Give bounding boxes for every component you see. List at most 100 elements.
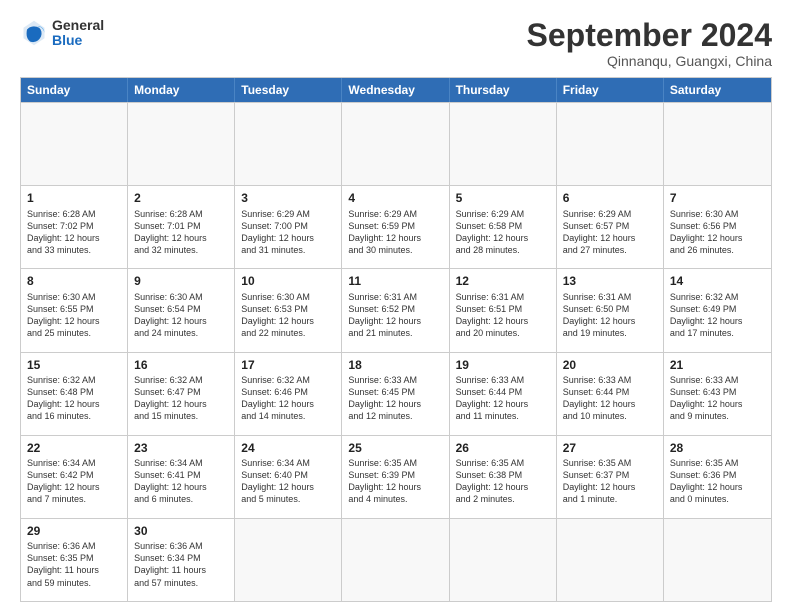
day-number: 24 [241,440,335,456]
cal-cell-day-23: 23Sunrise: 6:34 AMSunset: 6:41 PMDayligh… [128,436,235,518]
day-number: 28 [670,440,765,456]
cal-week-1 [21,102,771,185]
cal-cell-day-10: 10 Sunrise: 6:30 AMSunset: 6:53 PMDayligh… [235,269,342,351]
cal-header-monday: Monday [128,78,235,102]
day-info: Sunrise: 6:31 AMSunset: 6:52 PMDaylight:… [348,291,442,340]
cal-header-thursday: Thursday [450,78,557,102]
day-info: Sunrise: 6:29 AMSunset: 6:59 PMDaylight:… [348,208,442,257]
cal-cell-empty [557,103,664,185]
day-info: Sunrise: 6:35 AMSunset: 6:39 PMDaylight:… [348,457,442,506]
day-info: Sunrise: 6:35 AMSunset: 6:38 PMDaylight:… [456,457,550,506]
day-number: 10 [241,273,335,289]
day-info: Sunrise: 6:32 AMSunset: 6:47 PMDaylight:… [134,374,228,423]
day-number: 20 [563,357,657,373]
day-number: 25 [348,440,442,456]
day-number: 22 [27,440,121,456]
day-info: Sunrise: 6:36 AMSunset: 6:35 PMDaylight:… [27,540,121,589]
cal-cell-day-30: 30Sunrise: 6:36 AMSunset: 6:34 PMDayligh… [128,519,235,601]
cal-week-6: 29Sunrise: 6:36 AMSunset: 6:35 PMDayligh… [21,518,771,601]
cal-header-friday: Friday [557,78,664,102]
day-number: 23 [134,440,228,456]
cal-cell-empty [342,103,449,185]
day-info: Sunrise: 6:30 AMSunset: 6:56 PMDaylight:… [670,208,765,257]
cal-cell-day-26: 26Sunrise: 6:35 AMSunset: 6:38 PMDayligh… [450,436,557,518]
month-title: September 2024 [527,18,772,53]
cal-cell-day-22: 22Sunrise: 6:34 AMSunset: 6:42 PMDayligh… [21,436,128,518]
cal-cell-empty [235,103,342,185]
day-number: 29 [27,523,121,539]
cal-week-4: 15Sunrise: 6:32 AMSunset: 6:48 PMDayligh… [21,352,771,435]
cal-header-sunday: Sunday [21,78,128,102]
cal-cell-empty [664,519,771,601]
logo-icon [20,19,48,47]
cal-cell-day-28: 28Sunrise: 6:35 AMSunset: 6:36 PMDayligh… [664,436,771,518]
day-info: Sunrise: 6:30 AMSunset: 6:53 PMDaylight:… [241,291,335,340]
day-info: Sunrise: 6:28 AMSunset: 7:01 PMDaylight:… [134,208,228,257]
title-block: September 2024 Qinnanqu, Guangxi, China [527,18,772,69]
day-info: Sunrise: 6:35 AMSunset: 6:37 PMDaylight:… [563,457,657,506]
day-info: Sunrise: 6:32 AMSunset: 6:49 PMDaylight:… [670,291,765,340]
day-info: Sunrise: 6:33 AMSunset: 6:45 PMDaylight:… [348,374,442,423]
logo-text: General Blue [52,18,104,49]
day-number: 8 [27,273,121,289]
cal-week-2: 1Sunrise: 6:28 AMSunset: 7:02 PMDaylight… [21,185,771,268]
day-number: 2 [134,190,228,206]
cal-cell-day-17: 17Sunrise: 6:32 AMSunset: 6:46 PMDayligh… [235,353,342,435]
day-info: Sunrise: 6:29 AMSunset: 7:00 PMDaylight:… [241,208,335,257]
cal-cell-empty [342,519,449,601]
calendar-header-row: SundayMondayTuesdayWednesdayThursdayFrid… [21,78,771,102]
day-number: 17 [241,357,335,373]
day-number: 1 [27,190,121,206]
day-info: Sunrise: 6:31 AMSunset: 6:51 PMDaylight:… [456,291,550,340]
day-number: 15 [27,357,121,373]
cal-cell-day-25: 25Sunrise: 6:35 AMSunset: 6:39 PMDayligh… [342,436,449,518]
day-info: Sunrise: 6:33 AMSunset: 6:44 PMDaylight:… [456,374,550,423]
page: General Blue September 2024 Qinnanqu, Gu… [0,0,792,612]
cal-cell-day-11: 11 Sunrise: 6:31 AMSunset: 6:52 PMDayligh… [342,269,449,351]
cal-cell-day-13: 13Sunrise: 6:31 AMSunset: 6:50 PMDayligh… [557,269,664,351]
day-number: 14 [670,273,765,289]
cal-cell-day-29: 29Sunrise: 6:36 AMSunset: 6:35 PMDayligh… [21,519,128,601]
cal-cell-day-18: 18Sunrise: 6:33 AMSunset: 6:45 PMDayligh… [342,353,449,435]
cal-cell-day-5: 5Sunrise: 6:29 AMSunset: 6:58 PMDaylight… [450,186,557,268]
cal-cell-day-1: 1Sunrise: 6:28 AMSunset: 7:02 PMDaylight… [21,186,128,268]
day-info: Sunrise: 6:34 AMSunset: 6:40 PMDaylight:… [241,457,335,506]
cal-cell-day-20: 20Sunrise: 6:33 AMSunset: 6:44 PMDayligh… [557,353,664,435]
cal-cell-empty [128,103,235,185]
day-number: 4 [348,190,442,206]
cal-cell-empty [450,103,557,185]
cal-cell-empty [557,519,664,601]
cal-cell-day-8: 8Sunrise: 6:30 AMSunset: 6:55 PMDaylight… [21,269,128,351]
header: General Blue September 2024 Qinnanqu, Gu… [20,18,772,69]
day-info: Sunrise: 6:33 AMSunset: 6:44 PMDaylight:… [563,374,657,423]
calendar: SundayMondayTuesdayWednesdayThursdayFrid… [20,77,772,602]
calendar-body: 1Sunrise: 6:28 AMSunset: 7:02 PMDaylight… [21,102,771,601]
cal-cell-day-24: 24Sunrise: 6:34 AMSunset: 6:40 PMDayligh… [235,436,342,518]
day-info: Sunrise: 6:33 AMSunset: 6:43 PMDaylight:… [670,374,765,423]
day-info: Sunrise: 6:36 AMSunset: 6:34 PMDaylight:… [134,540,228,589]
cal-cell-empty [664,103,771,185]
cal-cell-day-7: 7 Sunrise: 6:30 AMSunset: 6:56 PMDaylight… [664,186,771,268]
cal-cell-day-6: 6 Sunrise: 6:29 AMSunset: 6:57 PMDaylight… [557,186,664,268]
cal-cell-day-16: 16Sunrise: 6:32 AMSunset: 6:47 PMDayligh… [128,353,235,435]
day-number: 11 [348,273,442,289]
cal-cell-day-14: 14 Sunrise: 6:32 AMSunset: 6:49 PMDayligh… [664,269,771,351]
day-info: Sunrise: 6:30 AMSunset: 6:54 PMDaylight:… [134,291,228,340]
cal-cell-empty [450,519,557,601]
day-info: Sunrise: 6:32 AMSunset: 6:46 PMDaylight:… [241,374,335,423]
day-info: Sunrise: 6:29 AMSunset: 6:57 PMDaylight:… [563,208,657,257]
day-number: 7 [670,190,765,206]
day-info: Sunrise: 6:35 AMSunset: 6:36 PMDaylight:… [670,457,765,506]
cal-cell-empty [21,103,128,185]
logo: General Blue [20,18,104,49]
day-info: Sunrise: 6:34 AMSunset: 6:42 PMDaylight:… [27,457,121,506]
day-number: 6 [563,190,657,206]
day-info: Sunrise: 6:29 AMSunset: 6:58 PMDaylight:… [456,208,550,257]
cal-cell-day-3: 3Sunrise: 6:29 AMSunset: 7:00 PMDaylight… [235,186,342,268]
cal-cell-day-12: 12Sunrise: 6:31 AMSunset: 6:51 PMDayligh… [450,269,557,351]
cal-cell-day-27: 27Sunrise: 6:35 AMSunset: 6:37 PMDayligh… [557,436,664,518]
cal-week-5: 22Sunrise: 6:34 AMSunset: 6:42 PMDayligh… [21,435,771,518]
day-number: 9 [134,273,228,289]
day-number: 21 [670,357,765,373]
cal-header-wednesday: Wednesday [342,78,449,102]
